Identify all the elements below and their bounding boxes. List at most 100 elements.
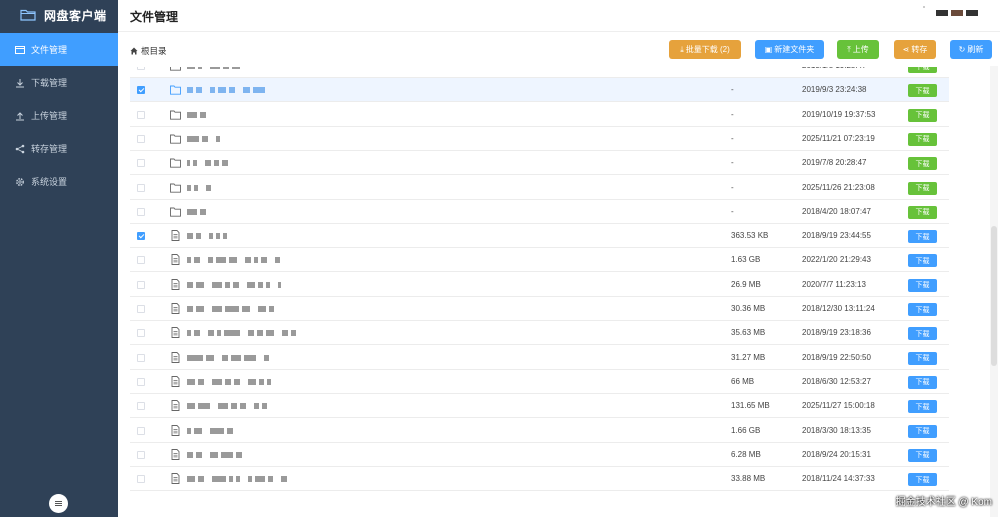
sidebar-nav: 文件管理 下载管理 上传管理 转存管理 系统设置 [0,33,118,198]
row-checkbox[interactable] [137,183,145,192]
table-row[interactable]: - 2019/1/8 19:25:47 下载 [130,67,949,78]
row-checkbox[interactable] [137,159,145,168]
table-row[interactable]: 6.28 MB 2018/9/24 20:15:31 下载 [130,443,949,467]
file-name-obscured[interactable] [187,427,236,435]
row-checkbox[interactable] [137,207,145,216]
download-button[interactable]: 下载 [908,351,937,365]
table-row[interactable]: - 2018/4/20 18:07:47 下载 [130,200,949,224]
file-name-obscured[interactable] [187,256,283,264]
row-checkbox[interactable] [137,426,145,435]
row-checkbox[interactable] [137,377,145,386]
refresh-icon: ↻ [958,45,966,54]
download-button[interactable]: 下载 [908,448,937,462]
download-button[interactable]: 下载 [908,473,937,487]
row-checkbox[interactable] [137,450,145,459]
download-button[interactable]: 下载 [908,205,937,219]
file-name-obscured[interactable] [187,475,290,483]
table-row[interactable]: 30.36 MB 2018/12/30 13:11:24 下载 [130,297,949,321]
breadcrumb[interactable]: 根目录 [130,45,167,57]
download-button[interactable]: 下载 [908,132,937,146]
download-button[interactable]: 下载 [908,230,937,244]
download-button[interactable]: 下载 [908,278,937,292]
sidebar-item-label: 系统设置 [31,177,68,187]
row-checkbox[interactable] [137,256,145,265]
scroll-thumb[interactable] [991,226,997,366]
row-checkbox[interactable] [137,329,145,338]
row-checkbox[interactable] [137,475,145,484]
file-size: - [731,109,734,119]
breadcrumb-root[interactable]: 根目录 [141,45,167,57]
upload-button[interactable]: ⤒ 上传 [837,40,879,59]
sidebar-collapse-button[interactable] [49,494,68,513]
sidebar-item-transfer[interactable]: 转存管理 [0,132,118,165]
table-row[interactable]: 35.63 MB 2018/9/19 23:18:36 下载 [130,321,949,346]
file-name-obscured[interactable] [187,184,214,192]
table-row[interactable]: 363.53 KB 2018/9/19 23:44:55 下载 [130,224,949,249]
sidebar-item-downloads[interactable]: 下载管理 [0,66,118,99]
table-row[interactable]: 31.27 MB 2018/9/19 22:50:50 下载 [130,346,949,370]
download-button[interactable]: 下载 [908,67,937,73]
row-checkbox[interactable] [137,110,145,119]
table-row[interactable]: - 2019/7/8 20:28:47 下载 [130,151,949,176]
row-checkbox[interactable] [137,232,145,241]
file-date: 2018/9/24 20:15:31 [802,449,871,459]
table-row[interactable]: 1.66 GB 2018/3/30 18:13:35 下载 [130,419,949,443]
file-name-obscured[interactable] [187,305,277,313]
file-name-obscured[interactable] [187,329,299,337]
download-button[interactable]: 下载 [908,424,937,438]
file-name-obscured[interactable] [187,86,268,94]
file-name-obscured[interactable] [187,281,284,289]
row-checkbox[interactable] [137,280,145,289]
file-name-obscured[interactable] [187,354,272,362]
download-button[interactable]: 下载 [908,108,937,122]
table-row[interactable]: - 2019/9/3 23:24:38 下载 [130,78,949,103]
row-checkbox[interactable] [137,353,145,362]
file-name-obscured[interactable] [187,135,223,143]
sidebar-item-files[interactable]: 文件管理 [0,33,118,66]
refresh-button[interactable]: ↻ 刷新 [950,40,992,59]
new-folder-button[interactable]: ▣ 新建文件夹 [755,40,824,59]
table-row[interactable]: 66 MB 2018/6/30 12:53:27 下载 [130,370,949,394]
file-size: 26.9 MB [731,279,761,289]
transfer-button[interactable]: ⋖ 转存 [894,40,936,59]
row-checkbox[interactable] [137,86,145,95]
menu-icon [55,503,62,504]
file-name-obscured[interactable] [187,378,279,386]
table-row[interactable]: 26.9 MB 2020/7/7 11:23:13 下载 [130,273,949,297]
sidebar-item-settings[interactable]: 系统设置 [0,165,118,198]
table-row[interactable]: 131.65 MB 2025/11/27 15:00:18 下载 [130,394,949,419]
sidebar-item-uploads[interactable]: 上传管理 [0,99,118,132]
download-button[interactable]: 下载 [908,375,937,389]
batch-download-button[interactable]: ⤓ 批量下载 (2) [669,40,741,59]
scrollbar[interactable] [990,66,998,517]
folder-icon [170,157,181,168]
table-row[interactable]: 33.88 MB 2018/11/24 14:37:33 下载 [130,467,949,492]
row-checkbox[interactable] [137,402,145,411]
row-checkbox[interactable] [137,305,145,313]
download-button[interactable]: 下载 [908,400,937,414]
sidebar-item-label: 转存管理 [31,144,68,154]
file-name-obscured[interactable] [187,402,270,410]
download-button[interactable]: 下载 [908,303,937,316]
table-row[interactable]: - 2025/11/21 07:23:19 下载 [130,127,949,151]
user-avatar[interactable] [923,6,978,16]
file-name-obscured[interactable] [187,208,214,216]
download-button[interactable]: 下载 [908,84,937,98]
file-icon [170,351,181,363]
download-button[interactable]: 下载 [908,327,937,341]
file-name-obscured[interactable] [187,451,250,459]
download-button[interactable]: 下载 [908,181,937,195]
header: 文件管理 [118,0,1000,32]
table-row[interactable]: - 2019/10/19 19:37:53 下载 [130,103,949,127]
file-name-obscured[interactable] [187,111,214,119]
download-button[interactable]: 下载 [908,254,937,268]
download-button[interactable]: 下载 [908,157,937,171]
file-name-obscured[interactable] [187,67,248,70]
table-row[interactable]: - 2025/11/26 21:23:08 下载 [130,176,949,200]
row-checkbox[interactable] [137,134,145,143]
table-row[interactable]: 1.63 GB 2022/1/20 21:29:43 下载 [130,248,949,273]
file-name-obscured[interactable] [187,159,236,167]
file-date: 2018/11/24 14:37:33 [802,474,875,484]
file-name-obscured[interactable] [187,232,235,240]
row-checkbox[interactable] [137,67,145,70]
